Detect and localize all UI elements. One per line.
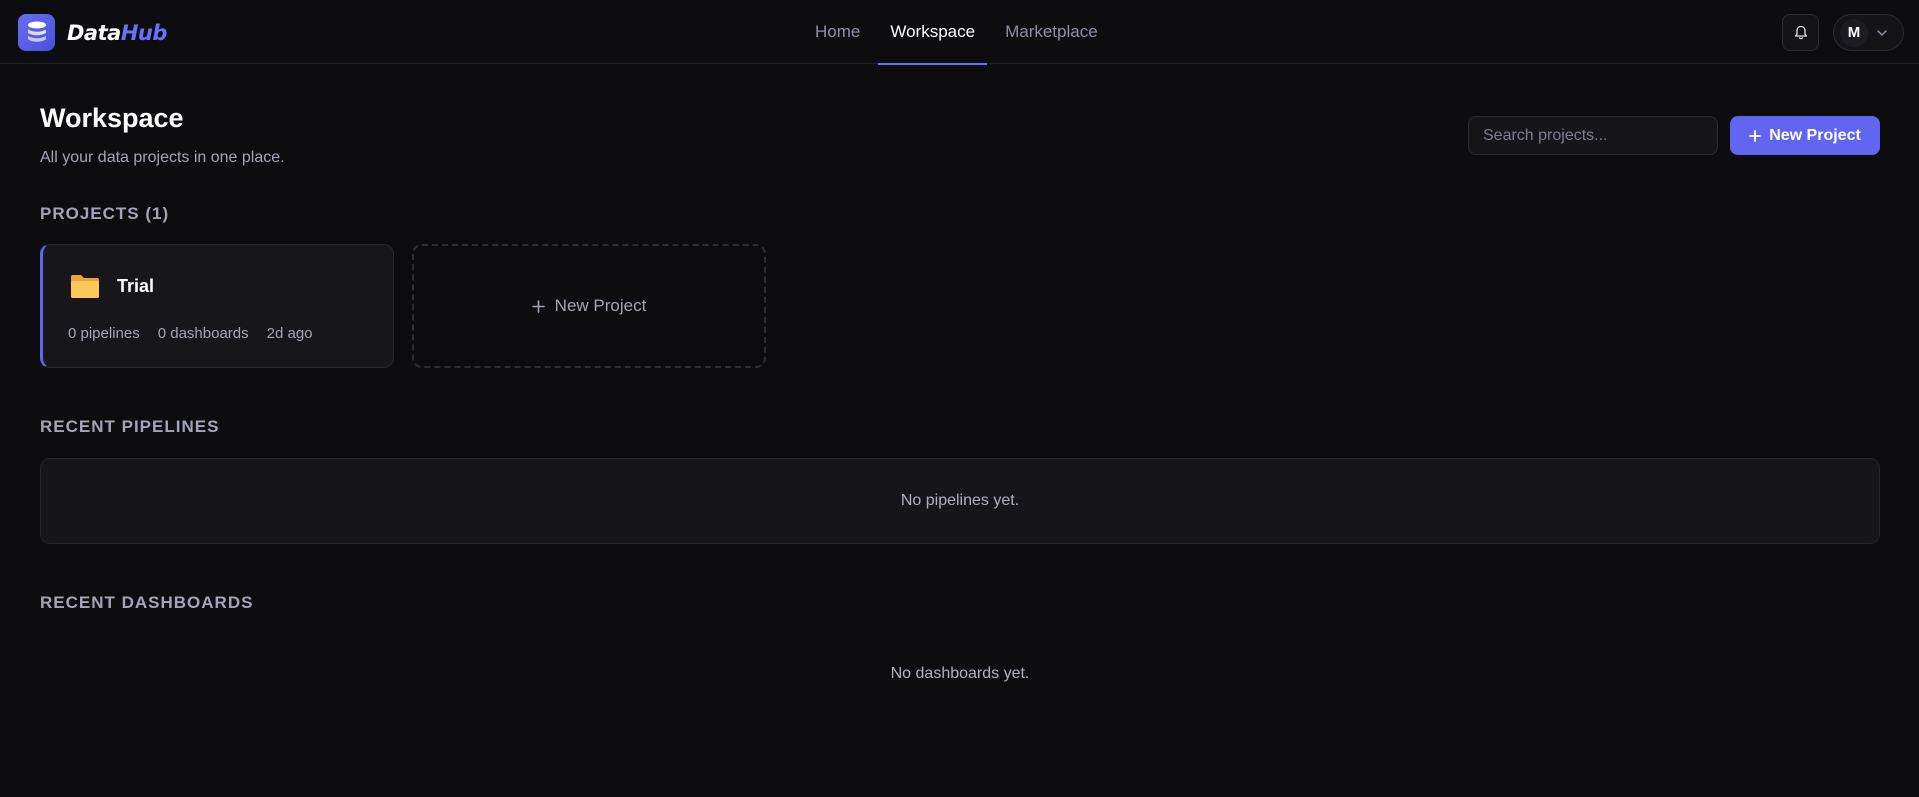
chevron-down-icon xyxy=(1877,29,1887,36)
new-project-card[interactable]: New Project xyxy=(412,244,766,368)
plus-icon xyxy=(531,299,545,313)
recent-dashboards-heading: RECENT DASHBOARDS xyxy=(40,593,254,612)
new-project-button-label: New Project xyxy=(1769,126,1861,144)
search-input[interactable] xyxy=(1468,116,1718,155)
bell-icon xyxy=(1794,25,1807,40)
folder-icon xyxy=(71,275,99,298)
top-bar: DataHub Home Workspace Marketplace M xyxy=(0,0,1919,65)
brand-name-part2: Hub xyxy=(120,20,168,45)
recent-pipelines-heading: RECENT PIPELINES xyxy=(40,417,220,436)
brand-name-part1: Data xyxy=(67,20,121,45)
nav-marketplace[interactable]: Marketplace xyxy=(990,0,1113,64)
database-stack-icon xyxy=(18,14,55,51)
nav-home[interactable]: Home xyxy=(800,0,875,64)
new-project-card-label: New Project xyxy=(554,296,647,315)
project-pipelines-count: 0 pipelines xyxy=(68,325,140,342)
page-title: Workspace xyxy=(40,103,184,133)
projects-heading: PROJECTS (1) xyxy=(40,204,170,223)
brand[interactable]: DataHub xyxy=(18,14,167,51)
main-nav: Home Workspace Marketplace xyxy=(800,0,1113,65)
project-meta: 0 pipelines 0 dashboards 2d ago xyxy=(68,325,313,342)
recent-pipelines-empty-text: No pipelines yet. xyxy=(900,492,1020,509)
plus-icon xyxy=(1749,129,1762,142)
recent-pipelines-panel: No pipelines yet. xyxy=(40,458,1880,544)
new-project-button[interactable]: New Project xyxy=(1730,116,1880,155)
project-card[interactable]: Trial 0 pipelines 0 dashboards 2d ago xyxy=(40,244,394,368)
nav-workspace[interactable]: Workspace xyxy=(875,0,990,65)
user-menu-button[interactable]: M xyxy=(1833,14,1904,51)
project-name: Trial xyxy=(117,276,155,296)
avatar: M xyxy=(1840,18,1868,47)
page-subtitle: All your data projects in one place. xyxy=(40,149,285,166)
project-updated: 2d ago xyxy=(266,325,313,342)
brand-name: DataHub xyxy=(67,21,167,45)
recent-dashboards-empty-text: No dashboards yet. xyxy=(890,665,1030,682)
project-dashboards-count: 0 dashboards xyxy=(157,325,249,342)
notifications-button[interactable] xyxy=(1782,14,1819,51)
